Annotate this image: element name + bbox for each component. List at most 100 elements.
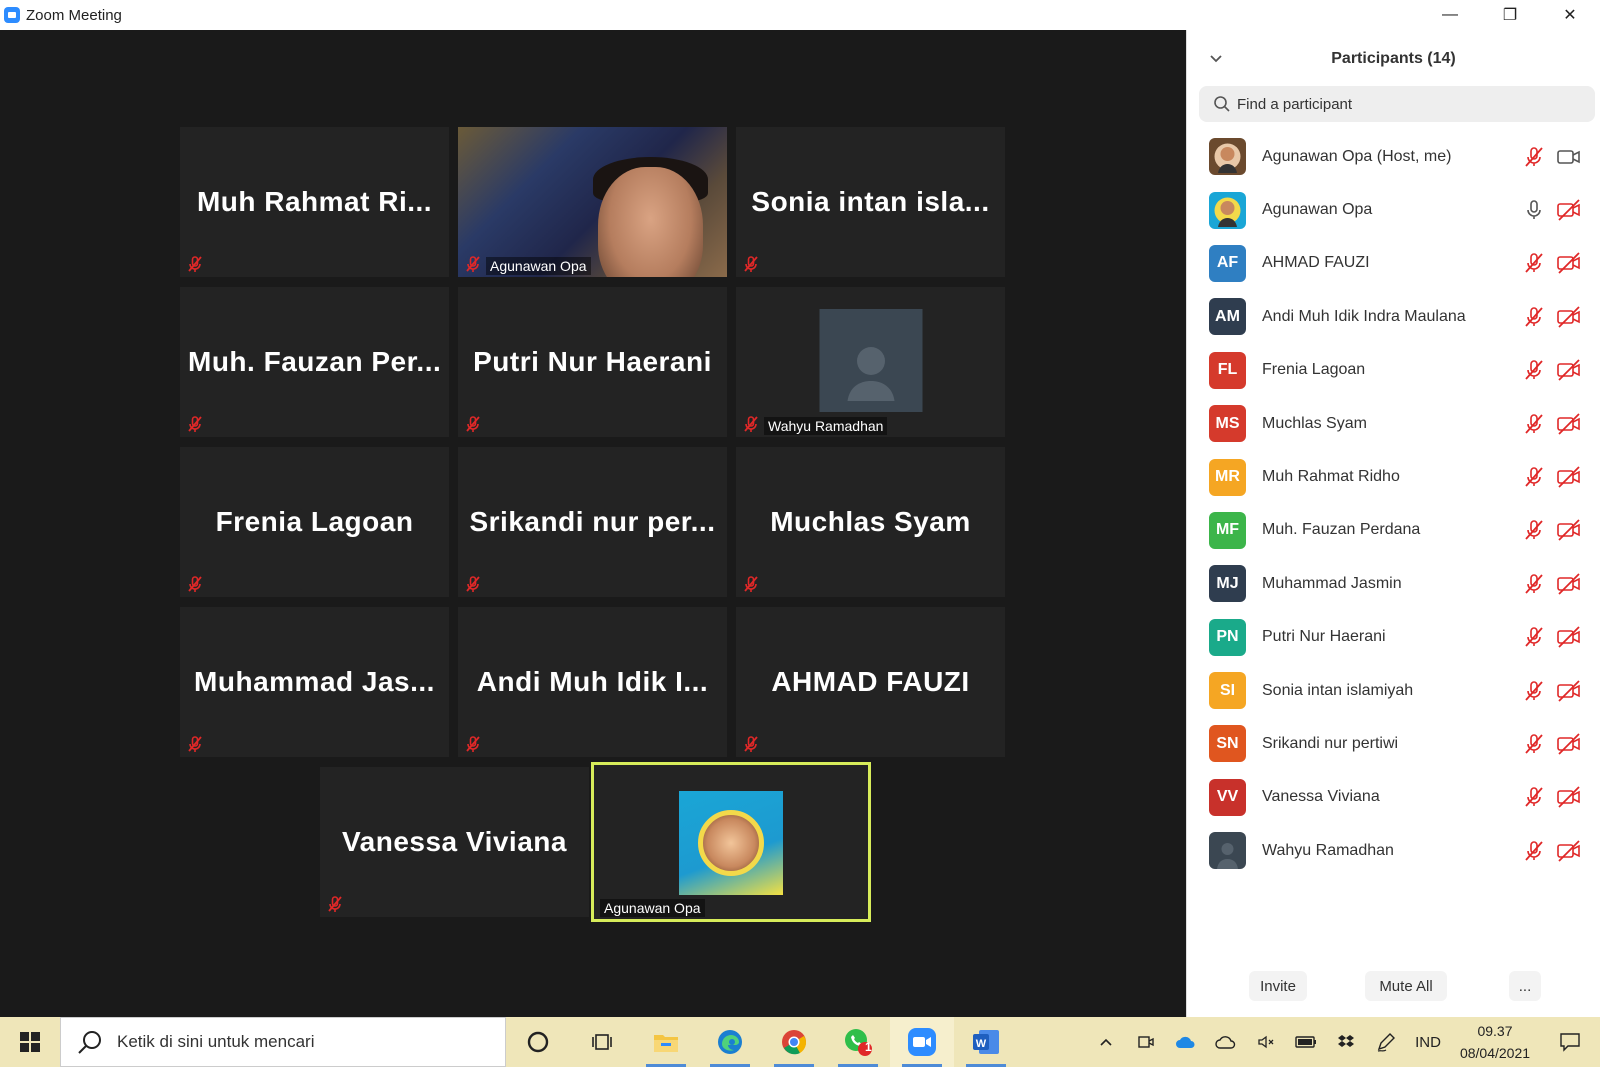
participant-row[interactable]: Agunawan Opa (Host, me) [1187,130,1600,183]
participant-row[interactable]: Agunawan Opa [1187,183,1600,236]
word-icon[interactable]: W [954,1017,1018,1067]
video-tile[interactable]: Muhammad Jas... [180,607,449,757]
video-tile[interactable]: Frenia Lagoan [180,447,449,597]
edge-icon[interactable] [698,1017,762,1067]
start-button[interactable] [0,1017,60,1067]
language-indicator[interactable]: IND [1406,1017,1450,1067]
mic-muted-icon[interactable] [1522,358,1546,382]
participant-status [1522,732,1582,756]
pen-icon[interactable] [1366,1017,1406,1067]
window-title: Zoom Meeting [26,6,122,24]
participant-row[interactable]: MF Muh. Fauzan Perdana [1187,504,1600,557]
meet-now-icon[interactable] [1126,1017,1166,1067]
zoom-icon[interactable] [890,1017,954,1067]
participant-row[interactable]: Wahyu Ramadhan [1187,824,1600,877]
chevron-down-icon[interactable] [1209,52,1223,66]
participant-row[interactable]: MS Muchlas Syam [1187,397,1600,450]
video-off-icon[interactable] [1556,305,1582,329]
volume-muted-icon[interactable] [1246,1017,1286,1067]
mic-muted-icon [466,256,480,272]
whatsapp-icon[interactable]: 1 [826,1017,890,1067]
mic-muted-icon[interactable] [1522,785,1546,809]
participant-list: Agunawan Opa (Host, me) Agunawan Opa AF AHM… [1187,130,1600,877]
video-off-icon[interactable] [1556,412,1582,436]
video-tile[interactable]: Vanessa Viviana [320,767,589,917]
video-tile[interactable]: Muchlas Syam [736,447,1005,597]
mic-muted-icon[interactable] [1522,839,1546,863]
close-button[interactable]: ✕ [1540,0,1600,30]
video-tile[interactable]: Andi Muh Idik I... [458,607,727,757]
participant-row[interactable]: VV Vanessa Viviana [1187,771,1600,824]
mic-icon[interactable] [1522,198,1546,222]
participant-row[interactable]: SI Sonia intan islamiyah [1187,664,1600,717]
mic-muted-icon[interactable] [1522,679,1546,703]
participant-name: Sonia intan islamiyah [1262,681,1414,699]
onedrive-icon[interactable] [1166,1017,1206,1067]
participant-row[interactable]: MR Muh Rahmat Ridho [1187,450,1600,503]
mic-muted-icon [466,576,480,592]
video-off-icon[interactable] [1556,732,1582,756]
video-tile-photo[interactable]: Wahyu Ramadhan [736,287,1005,437]
minimize-button[interactable]: — [1420,0,1480,30]
video-tile[interactable]: Muh Rahmat Ri... [180,127,449,277]
mic-muted-icon[interactable] [1522,732,1546,756]
video-off-icon[interactable] [1556,839,1582,863]
participant-search[interactable] [1199,86,1595,122]
video-off-icon[interactable] [1556,358,1582,382]
invite-button[interactable]: Invite [1249,971,1307,1001]
video-off-icon[interactable] [1556,679,1582,703]
profile-placeholder [819,309,922,412]
participant-avatar: AM [1209,298,1246,336]
video-tile-active-speaker[interactable]: Agunawan Opa [591,762,871,922]
chrome-icon[interactable] [762,1017,826,1067]
video-off-icon[interactable] [1556,251,1582,275]
clock-time: 09.37 [1477,1023,1513,1039]
file-explorer-icon[interactable] [634,1017,698,1067]
participant-row[interactable]: PN Putri Nur Haerani [1187,611,1600,664]
participant-name: Muhammad Jasmin [1262,574,1402,592]
onedrive-personal-icon[interactable] [1206,1017,1246,1067]
video-tile[interactable]: Srikandi nur per... [458,447,727,597]
more-button[interactable]: ... [1509,971,1541,1001]
mic-muted-icon[interactable] [1522,305,1546,329]
participant-row[interactable]: SN Srikandi nur pertiwi [1187,717,1600,770]
video-tile-camera[interactable]: Agunawan Opa [458,127,727,277]
notification-icon[interactable] [1540,1017,1600,1067]
battery-icon[interactable] [1286,1017,1326,1067]
participant-row[interactable]: FL Frenia Lagoan [1187,344,1600,397]
video-off-icon[interactable] [1556,785,1582,809]
participant-status [1522,198,1582,222]
participant-row[interactable]: AM Andi Muh Idik Indra Maulana [1187,290,1600,343]
mic-muted-icon[interactable] [1522,572,1546,596]
participant-name: Muchlas Syam [1262,414,1367,432]
taskbar-search[interactable]: Ketik di sini untuk mencari [60,1017,506,1067]
clock[interactable]: 09.37 08/04/2021 [1450,1020,1540,1064]
participant-avatar: SN [1209,725,1246,763]
mic-muted-icon[interactable] [1522,412,1546,436]
video-off-icon[interactable] [1556,518,1582,542]
video-off-icon[interactable] [1556,572,1582,596]
restore-button[interactable]: ❐ [1480,0,1540,30]
dropbox-icon[interactable] [1326,1017,1366,1067]
video-off-icon[interactable] [1556,198,1582,222]
mic-muted-icon[interactable] [1522,625,1546,649]
video-tile[interactable]: AHMAD FAUZI [736,607,1005,757]
search-input[interactable] [1237,95,1557,113]
participant-avatar: VV [1209,778,1246,816]
video-tile[interactable]: Sonia intan isla... [736,127,1005,277]
video-icon[interactable] [1556,145,1582,169]
task-view-icon[interactable] [570,1017,634,1067]
participant-row[interactable]: AF AHMAD FAUZI [1187,237,1600,290]
video-off-icon[interactable] [1556,625,1582,649]
mic-muted-icon[interactable] [1522,518,1546,542]
mic-muted-icon[interactable] [1522,251,1546,275]
mic-muted-icon[interactable] [1522,465,1546,489]
mic-muted-icon[interactable] [1522,145,1546,169]
video-tile[interactable]: Muh. Fauzan Per... [180,287,449,437]
cortana-icon[interactable] [506,1017,570,1067]
chevron-up-icon[interactable] [1086,1017,1126,1067]
video-tile[interactable]: Putri Nur Haerani [458,287,727,437]
participant-row[interactable]: MJ Muhammad Jasmin [1187,557,1600,610]
mute-all-button[interactable]: Mute All [1365,971,1447,1001]
video-off-icon[interactable] [1556,465,1582,489]
